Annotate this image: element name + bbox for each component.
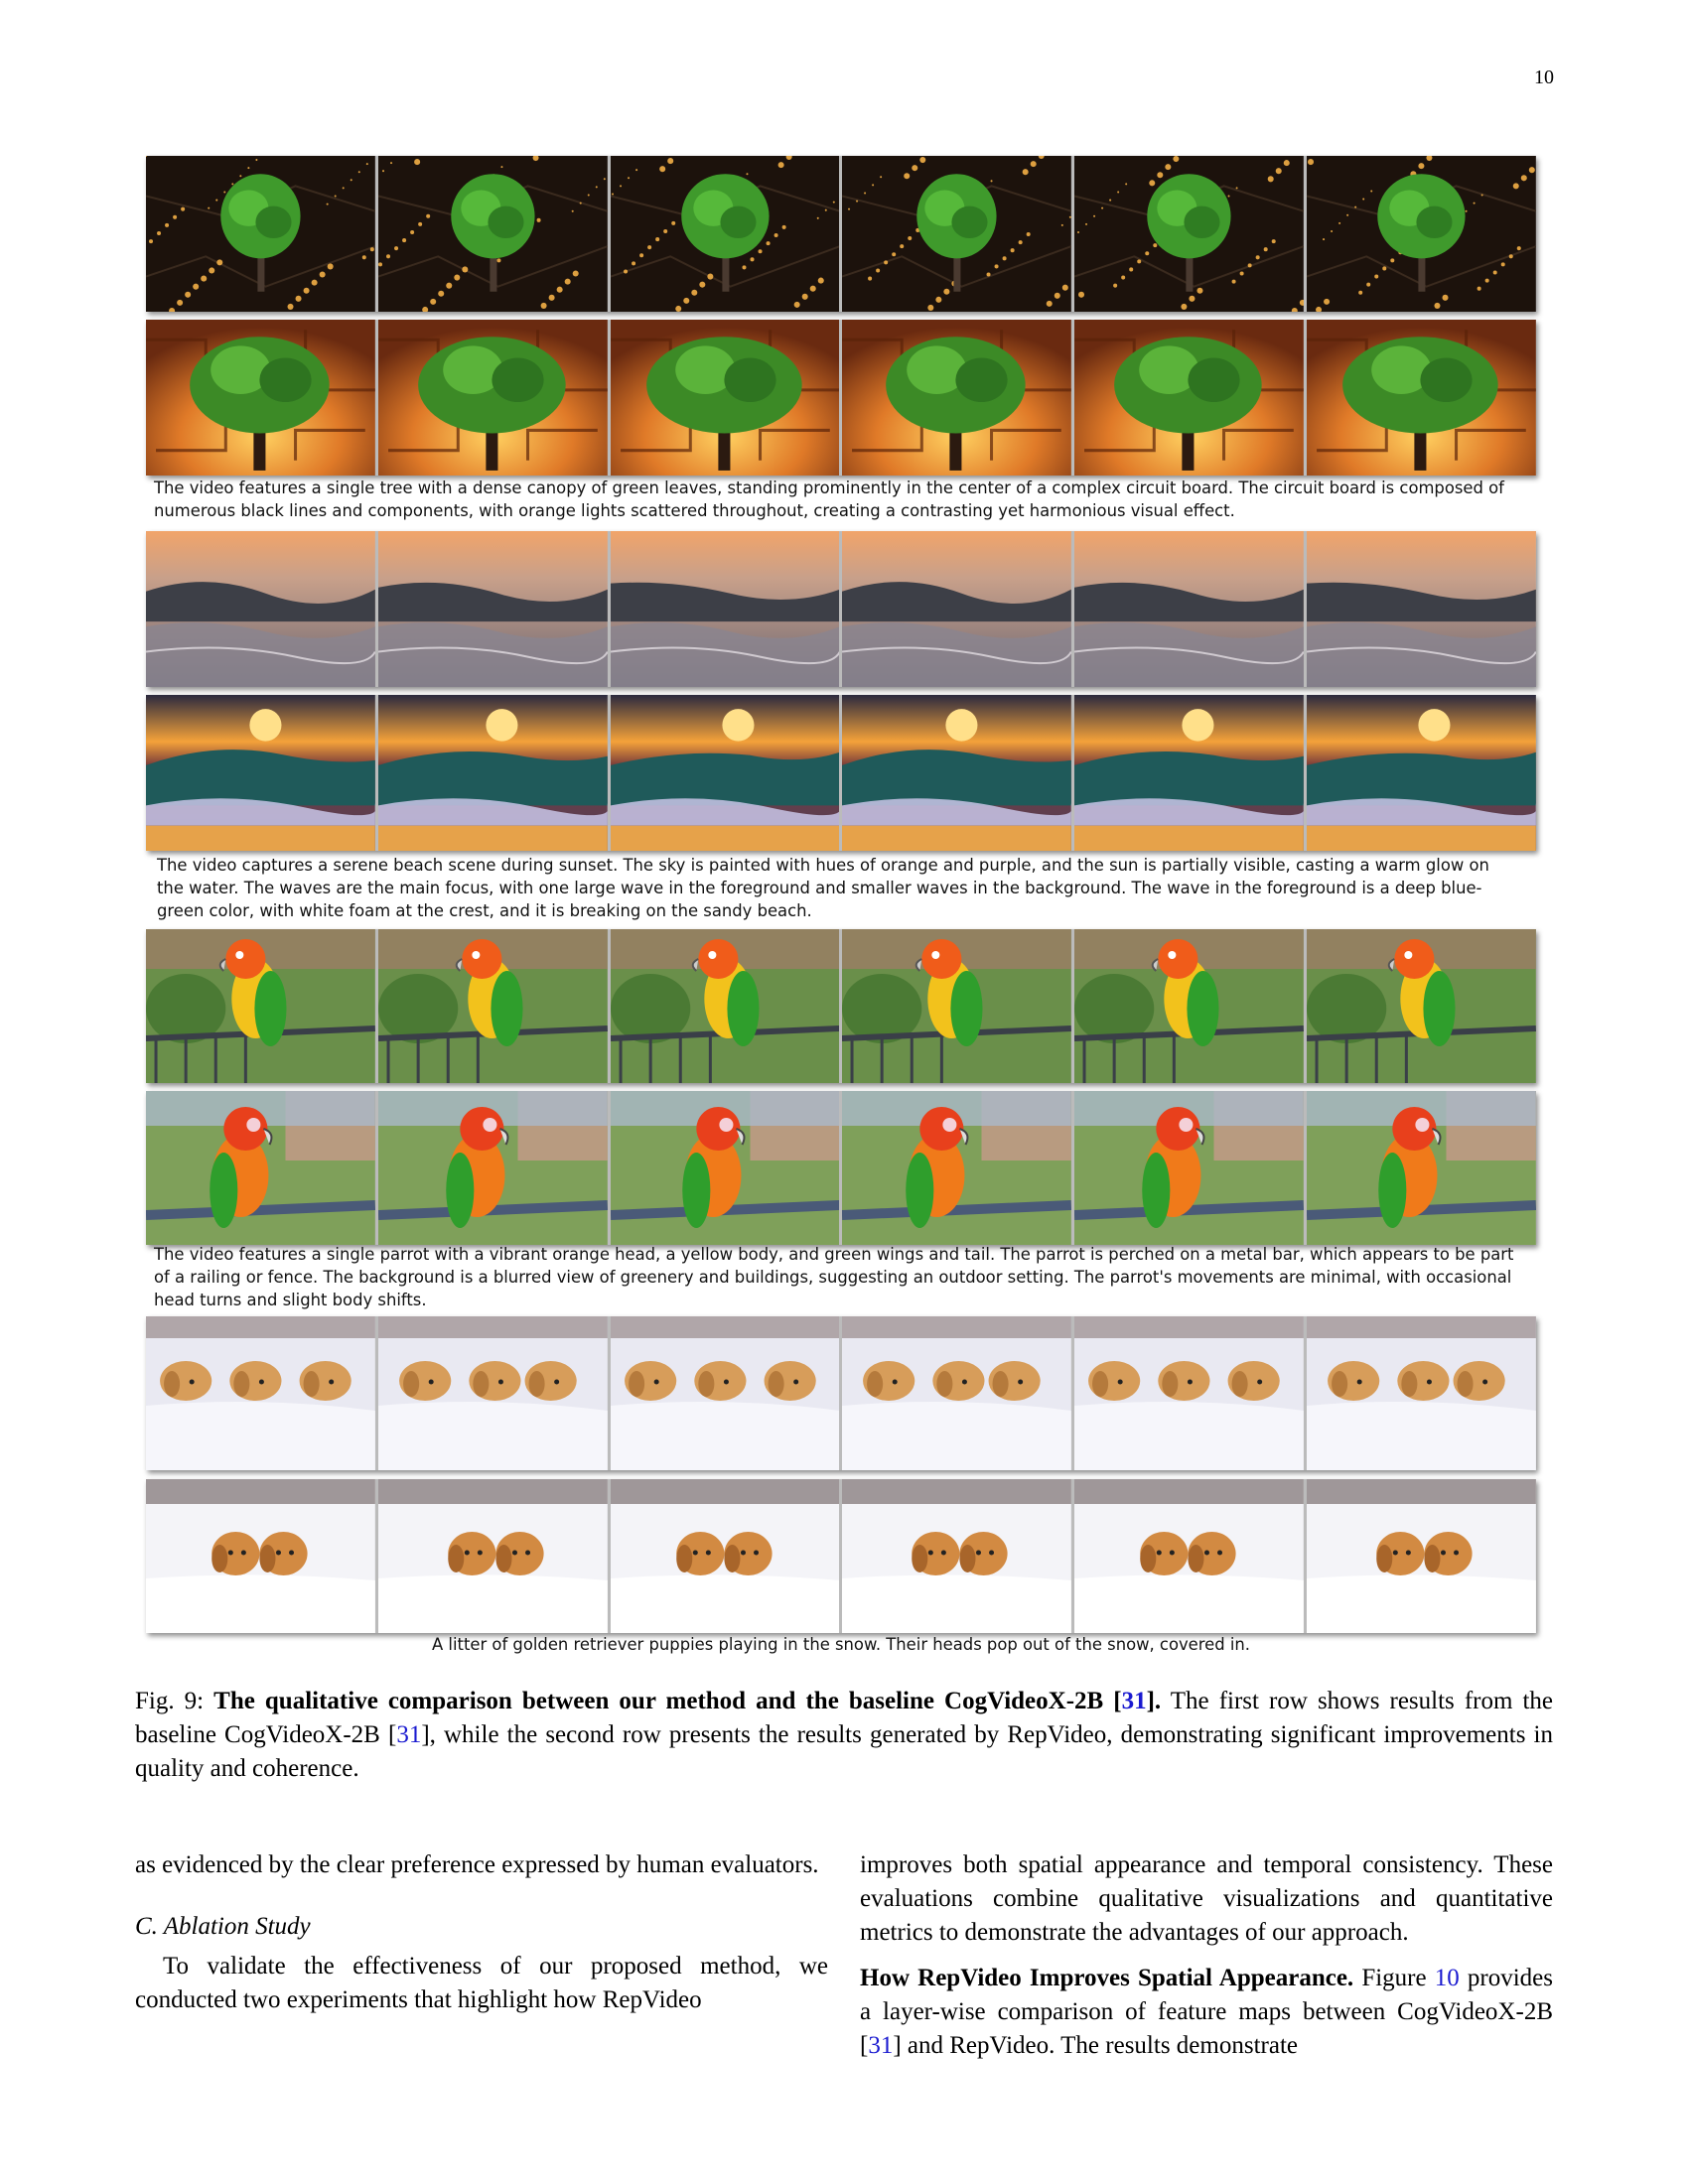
- wave-baseline-frame: [1307, 531, 1536, 687]
- puppy-baseline-frame: [1307, 1316, 1536, 1470]
- wave-baseline-row: [146, 531, 1536, 687]
- wave-baseline-frame: [1074, 531, 1305, 687]
- parrot-baseline-frame: [1074, 929, 1305, 1083]
- parrot-ours-row: [146, 1091, 1536, 1245]
- page-number: 10: [1534, 67, 1554, 88]
- parrot-baseline-row: [146, 929, 1536, 1083]
- parrot-baseline-frame: [146, 929, 375, 1083]
- wave-prompt: The video captures a serene beach scene …: [157, 856, 1489, 920]
- figure-title: The qualitative comparison between our m…: [213, 1688, 1162, 1714]
- wave-ours-frame: [610, 695, 840, 851]
- figure-ref-link[interactable]: 10: [1435, 1965, 1460, 1991]
- puppy-ours-frame: [842, 1479, 1072, 1633]
- tree-ours-frame: [1074, 320, 1305, 476]
- parrot-ours-frame: [377, 1091, 608, 1245]
- tree-baseline-frame: [610, 156, 840, 312]
- wave-ours-frame: [842, 695, 1072, 851]
- tree-ours-frame: [842, 320, 1072, 476]
- parrot-ours-frame: [842, 1091, 1072, 1245]
- figure-caption: Fig. 9: The qualitative comparison betwe…: [135, 1685, 1553, 1786]
- tree-ours-frame: [1307, 320, 1536, 476]
- wave-ours-frame: [146, 695, 375, 851]
- wave-ours-frame: [1074, 695, 1305, 851]
- puppy-ours-frame: [146, 1479, 375, 1633]
- wave-baseline-frame: [146, 531, 375, 687]
- tree-baseline-frame: [377, 156, 608, 312]
- parrot-baseline-frame: [377, 929, 608, 1083]
- parrot-ours-frame: [146, 1091, 375, 1245]
- puppy-ours-frame: [377, 1479, 608, 1633]
- paragraph-lead: How RepVideo Improves Spatial Appearance…: [860, 1965, 1354, 1991]
- tree-ours-frame: [377, 320, 608, 476]
- ablation-paragraph: To validate the effectiveness of our pro…: [135, 1953, 828, 2013]
- wave-baseline-frame: [377, 531, 608, 687]
- citation-link[interactable]: 31: [396, 1721, 421, 1748]
- parrot-ours-frame: [1307, 1091, 1536, 1245]
- puppy-baseline-frame: [377, 1316, 608, 1470]
- intro-paragraph: improves both spatial appearance and tem…: [860, 1851, 1553, 1946]
- tree-baseline-frame: [1307, 156, 1536, 312]
- wave-ours-frame: [377, 695, 608, 851]
- tree-ours-frame: [146, 320, 375, 476]
- right-column: improves both spatial appearance and tem…: [860, 1848, 1553, 2063]
- wave-ours-row: [146, 695, 1536, 851]
- wave-ours-frame: [1307, 695, 1536, 851]
- puppies-prompt: A litter of golden retriever puppies pla…: [432, 1635, 1250, 1654]
- puppy-ours-frame: [1307, 1479, 1536, 1633]
- puppy-baseline-frame: [610, 1316, 840, 1470]
- puppy-baseline-frame: [1074, 1316, 1305, 1470]
- puppy-baseline-row: [146, 1316, 1536, 1470]
- tree-ours-row: [146, 320, 1536, 476]
- figure-label: Fig. 9:: [135, 1688, 205, 1714]
- parrot-ours-frame: [1074, 1091, 1305, 1245]
- section-heading: C. Ablation Study: [135, 1913, 311, 1940]
- tree-baseline-frame: [146, 156, 375, 312]
- spatial-paragraph: How RepVideo Improves Spatial Appearance…: [860, 1965, 1553, 2059]
- citation-link[interactable]: 31: [1122, 1688, 1147, 1714]
- tree-prompt: The video features a single tree with a …: [154, 478, 1504, 520]
- parrot-baseline-frame: [1307, 929, 1536, 1083]
- wave-baseline-frame: [842, 531, 1072, 687]
- puppy-ours-frame: [1074, 1479, 1305, 1633]
- parrot-baseline-frame: [610, 929, 840, 1083]
- left-column: as evidenced by the clear preference exp…: [135, 1848, 828, 2017]
- puppy-baseline-frame: [842, 1316, 1072, 1470]
- parrot-baseline-frame: [842, 929, 1072, 1083]
- tree-baseline-row: [146, 156, 1536, 312]
- tree-baseline-frame: [1074, 156, 1305, 312]
- puppy-baseline-frame: [146, 1316, 375, 1470]
- puppy-ours-frame: [610, 1479, 840, 1633]
- wave-baseline-frame: [610, 531, 840, 687]
- continuation-paragraph: as evidenced by the clear preference exp…: [135, 1851, 819, 1878]
- parrot-prompt: The video features a single parrot with …: [154, 1245, 1514, 1309]
- tree-ours-frame: [610, 320, 840, 476]
- tree-baseline-frame: [842, 156, 1072, 312]
- citation-link[interactable]: 31: [868, 2032, 893, 2059]
- parrot-ours-frame: [610, 1091, 840, 1245]
- puppy-ours-row: [146, 1479, 1536, 1633]
